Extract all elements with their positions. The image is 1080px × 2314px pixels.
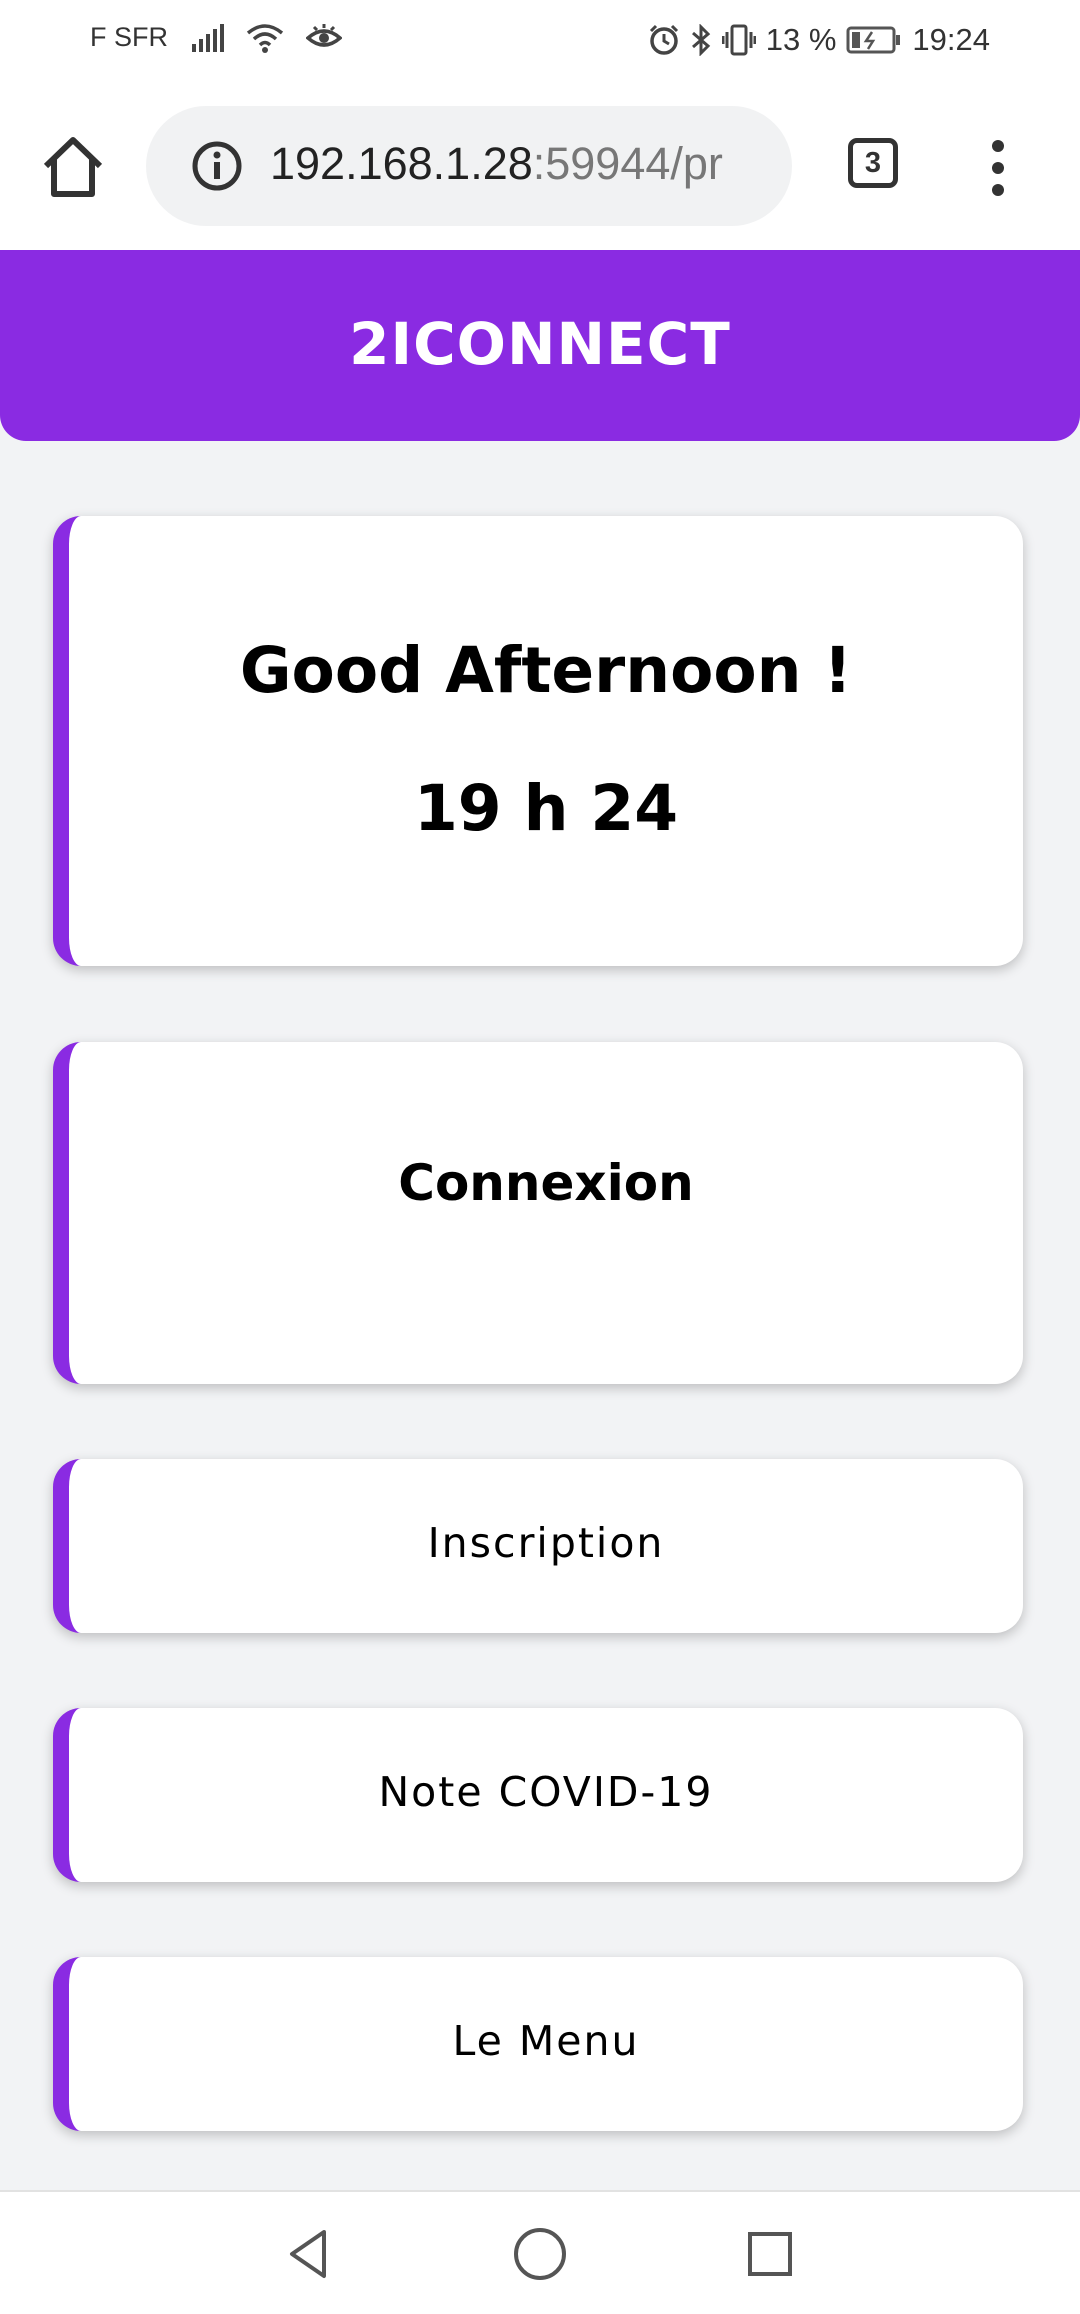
greeting-time: 19 h 24 [413,772,679,845]
menu-button[interactable]: Le Menu [53,1957,1023,2131]
status-left: F SFR [90,22,342,53]
app-header: 2ICONNECT [0,250,1080,441]
home-icon[interactable] [38,132,108,202]
greeting-text: Good Afternoon ! [239,634,853,707]
tab-count: 3 [864,147,882,179]
vibrate-icon [721,24,756,56]
url-path: :59944/pr [532,138,723,189]
signal-icon [190,23,224,52]
address-bar[interactable]: 192.168.1.28:59944/pr [146,106,792,226]
recents-icon[interactable] [740,2224,800,2284]
covid-note-label: Note COVID-19 [378,1768,714,1816]
more-vert-icon[interactable] [978,138,1018,208]
eye-icon [306,23,342,52]
system-nav-bar [0,2190,1080,2314]
back-icon[interactable] [280,2224,340,2284]
home-circle-icon[interactable] [510,2224,570,2284]
inscription-button[interactable]: Inscription [53,1459,1023,1633]
tabs-icon[interactable]: 3 [848,138,898,188]
url-host: 192.168.1.28 [270,138,533,189]
covid-note-button[interactable]: Note COVID-19 [53,1708,1023,1882]
bluetooth-icon [690,24,712,56]
status-right: 13 % 19:24 [648,22,990,58]
battery-percent: 13 % [765,22,837,57]
connexion-button[interactable]: Connexion [53,1042,1023,1384]
browser-toolbar: 192.168.1.28:59944/pr 3 [0,80,1080,250]
status-bar: F SFR 13 % 19:24 [0,0,1080,80]
status-time: 19:24 [912,22,990,57]
info-icon[interactable] [190,139,244,193]
app-title: 2ICONNECT [349,310,731,378]
battery-icon [846,26,902,54]
carrier-label: F SFR [90,22,168,52]
menu-label: Le Menu [452,2017,640,2065]
alarm-icon [648,24,680,56]
wifi-icon [246,23,284,53]
url-text[interactable]: 192.168.1.28:59944/pr [270,138,723,190]
connexion-label: Connexion [398,1154,694,1212]
greeting-card: Good Afternoon ! 19 h 24 [53,516,1023,966]
inscription-label: Inscription [427,1519,665,1567]
